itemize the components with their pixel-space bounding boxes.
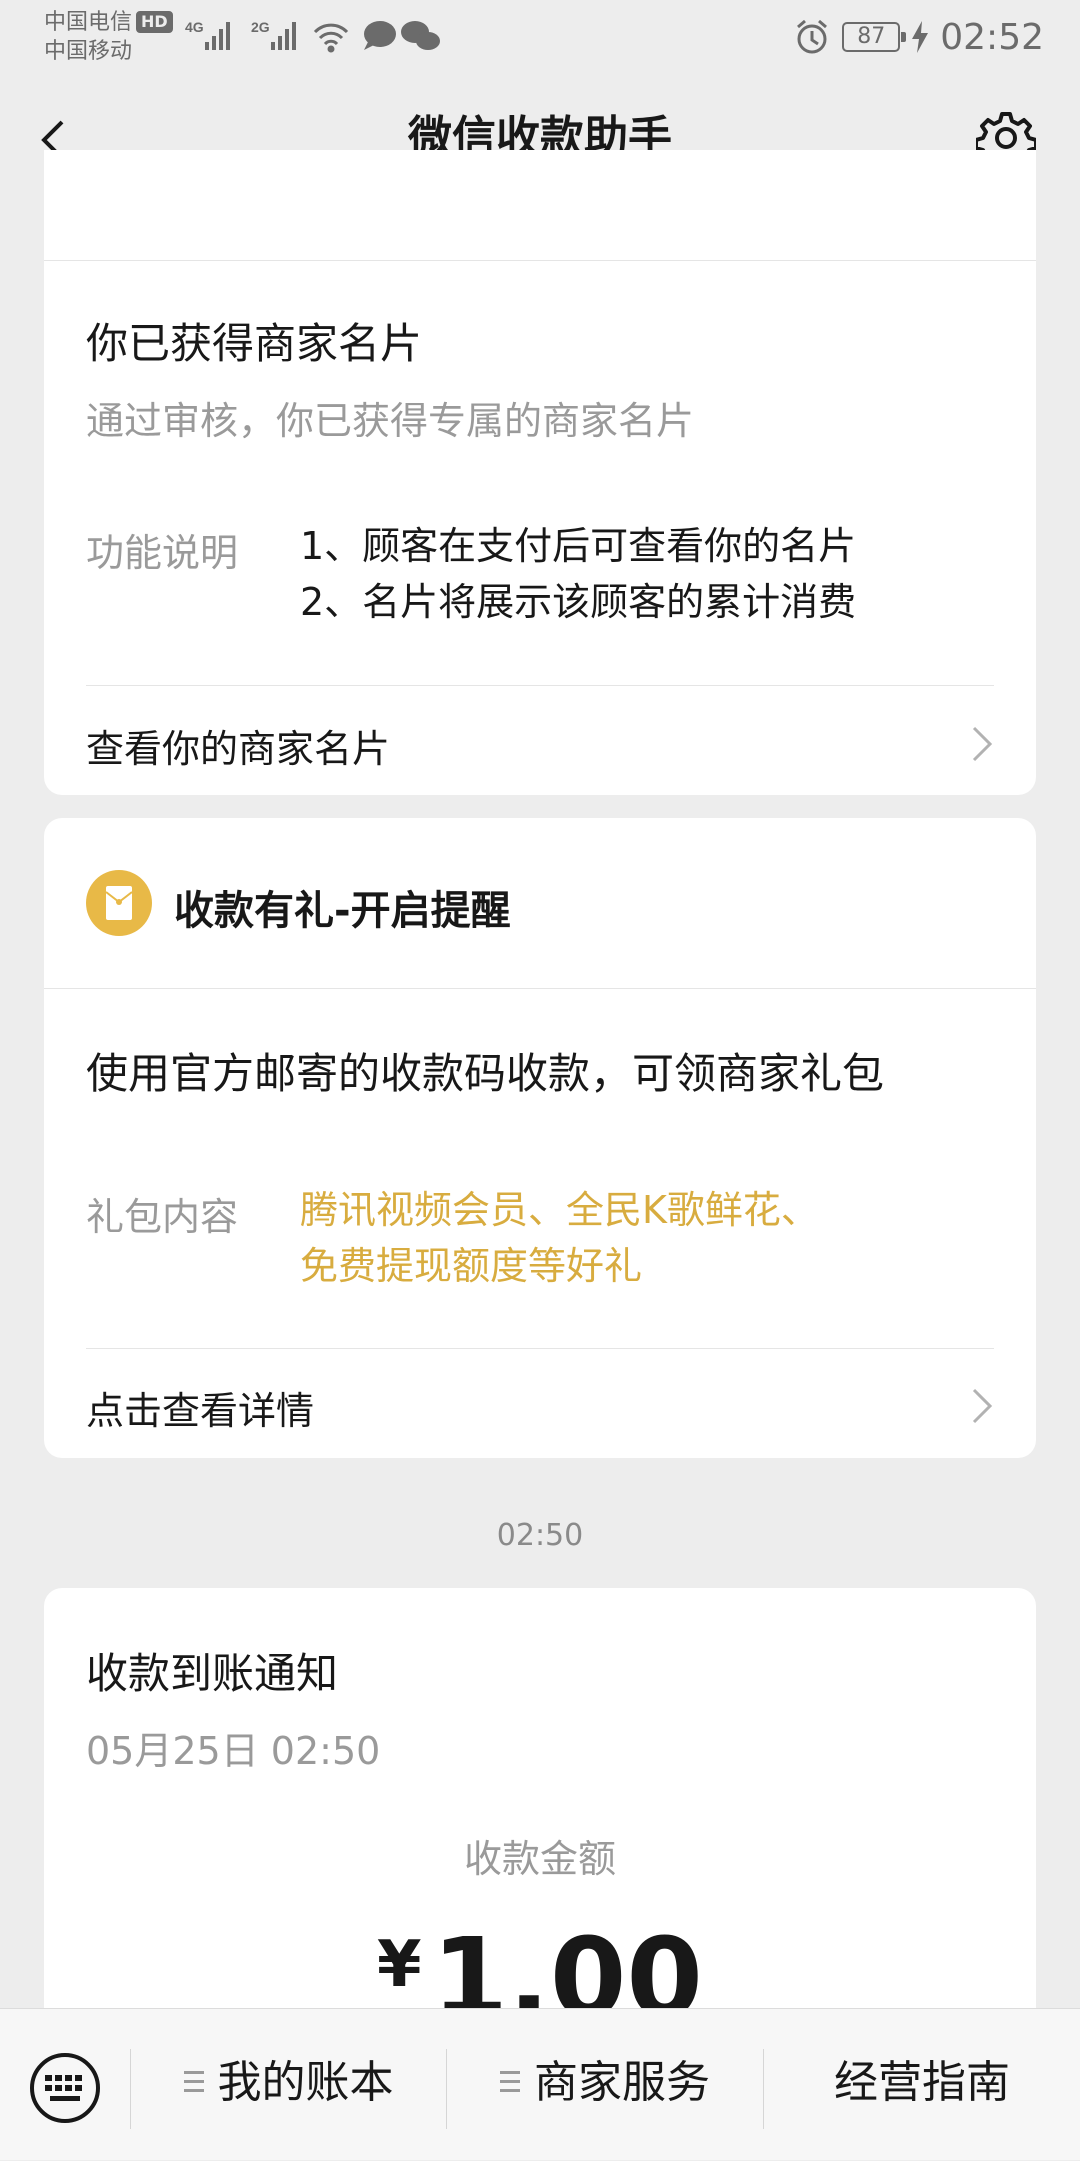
signal-icons: 4G 2G <box>185 19 440 53</box>
wifi-icon <box>313 23 349 53</box>
gift-envelope-icon <box>86 870 152 936</box>
feature-label: 功能说明 <box>86 531 239 575</box>
alarm-icon <box>797 19 828 54</box>
message-timestamp: 02:50 <box>496 1518 584 1553</box>
signal-4g-icon <box>205 22 230 50</box>
tab-business-guide-label: 经营指南 <box>834 2057 1010 2108</box>
payment-datetime: 05月25日 02:50 <box>86 1729 381 1773</box>
feature-description: 1、顾客在支付后可查看你的名片 2、名片将展示该顾客的累计消费 <box>300 518 856 630</box>
view-details-label: 点击查看详情 <box>86 1389 315 1433</box>
carrier-info: 中国电信 HD 中国移动 <box>44 8 173 66</box>
tab-my-ledger[interactable]: 我的账本 <box>131 2009 446 2161</box>
merchant-card: 你已获得商家名片 通过审核，你已获得专属的商家名片 功能说明 1、顾客在支付后可… <box>44 150 1036 795</box>
signal-2g-icon <box>271 22 296 50</box>
chevron-right-icon <box>972 726 993 762</box>
gift-content-line-2: 免费提现额度等好礼 <box>300 1244 643 1288</box>
submenu-icon <box>500 2071 520 2093</box>
merchant-card-title: 你已获得商家名片 <box>86 319 423 368</box>
gift-content-label: 礼包内容 <box>86 1195 239 1239</box>
chevron-right-icon <box>972 1388 993 1424</box>
status-time: 02:52 <box>940 16 1044 58</box>
gift-card-headline: 使用官方邮寄的收款码收款，可领商家礼包 <box>86 1049 885 1098</box>
wechat-icon <box>401 21 440 50</box>
tab-my-ledger-label: 我的账本 <box>217 2057 394 2108</box>
view-merchant-card-label: 查看你的商家名片 <box>86 727 391 771</box>
gift-card: 收款有礼-开启提醒 使用官方邮寄的收款码收款，可领商家礼包 礼包内容 腾讯视频会… <box>44 818 1036 1458</box>
gift-content-line-1: 腾讯视频会员、全民K歌鲜花、 <box>300 1188 819 1232</box>
network-2g-label: 2G <box>251 19 270 35</box>
status-right: 87 02:52 <box>792 12 1044 62</box>
view-details-link[interactable]: 点击查看详情 <box>86 1380 994 1435</box>
view-merchant-card-link[interactable]: 查看你的商家名片 <box>86 718 994 773</box>
card-divider <box>86 685 994 686</box>
gift-card-header-divider <box>44 988 1036 989</box>
card-top-divider <box>44 260 1036 261</box>
merchant-card-subtitle: 通过审核，你已获得专属的商家名片 <box>86 399 695 443</box>
tab-merchant-services[interactable]: 商家服务 <box>447 2009 763 2161</box>
card-divider <box>86 1348 994 1349</box>
payment-notification-card[interactable]: 收款到账通知 05月25日 02:50 收款金额 ¥1.00 <box>44 1588 1036 2048</box>
tab-business-guide[interactable]: 经营指南 <box>764 2009 1080 2161</box>
network-4g-label: 4G <box>185 19 204 35</box>
payment-title: 收款到账通知 <box>86 1649 339 1698</box>
carrier-1: 中国电信 <box>44 10 133 35</box>
bottom-menu-bar: 我的账本 商家服务 经营指南 <box>0 2008 1080 2160</box>
submenu-icon <box>183 2071 204 2093</box>
gift-content: 腾讯视频会员、全民K歌鲜花、 免费提现额度等好礼 <box>300 1182 819 1294</box>
carrier-2: 中国移动 <box>44 39 133 64</box>
currency-symbol: ¥ <box>377 1928 422 2002</box>
status-bar: 中国电信 HD 中国移动 4G 2G 87 02:52 <box>0 0 1080 80</box>
feature-line-1: 1、顾客在支付后可查看你的名片 <box>300 524 857 568</box>
charging-icon <box>912 21 929 53</box>
tab-merchant-services-label: 商家服务 <box>534 2057 710 2108</box>
amount-label: 收款金额 <box>463 1837 616 1881</box>
battery-indicator: 87 <box>842 22 907 52</box>
feature-line-2: 2、名片将展示该顾客的累计消费 <box>300 580 857 624</box>
keyboard-icon[interactable] <box>28 2051 102 2125</box>
message-icon <box>364 21 396 50</box>
hd-badge: HD <box>136 11 173 33</box>
gift-card-title: 收款有礼-开启提醒 <box>174 888 511 934</box>
